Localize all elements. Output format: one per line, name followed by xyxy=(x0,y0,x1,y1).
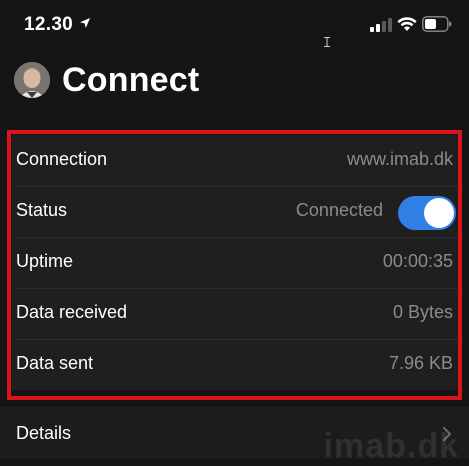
avatar-icon xyxy=(14,62,50,98)
location-arrow-icon xyxy=(80,18,90,28)
status-row: Status Connected xyxy=(12,186,459,237)
connection-label: Connection xyxy=(16,149,108,169)
connection-row: Connection www.imab.dk xyxy=(12,135,459,186)
data-received-label: Data received xyxy=(16,302,128,322)
chevron-right-icon xyxy=(443,427,451,441)
status-bar: 12.30 xyxy=(0,0,469,50)
data-sent-row: Data sent 7.96 KB xyxy=(12,339,459,390)
uptime-row: Uptime 00:00:35 xyxy=(12,237,459,288)
details-row[interactable]: Details xyxy=(0,407,469,459)
data-sent-value: 7.96 KB xyxy=(388,353,453,373)
uptime-value: 00:00:35 xyxy=(382,251,453,271)
toggle-knob xyxy=(424,198,454,228)
text-cursor-icon xyxy=(324,37,330,47)
status-time: 12.30 xyxy=(24,14,74,35)
wifi-icon xyxy=(397,17,417,31)
connection-info-group: Connection www.imab.dk Status Connected … xyxy=(12,135,459,390)
connection-toggle[interactable] xyxy=(398,196,456,230)
connection-value: www.imab.dk xyxy=(346,149,453,169)
status-label: Status xyxy=(16,200,68,220)
battery-icon xyxy=(422,16,452,32)
data-sent-label: Data sent xyxy=(16,353,94,373)
data-received-value: 0 Bytes xyxy=(392,302,453,322)
signal-icon xyxy=(370,18,392,32)
data-received-row: Data received 0 Bytes xyxy=(12,288,459,339)
status-value: Connected xyxy=(295,200,383,220)
details-label: Details xyxy=(16,423,72,443)
uptime-label: Uptime xyxy=(16,251,74,271)
avatar[interactable] xyxy=(14,62,50,98)
page-title: Connect xyxy=(62,61,200,99)
